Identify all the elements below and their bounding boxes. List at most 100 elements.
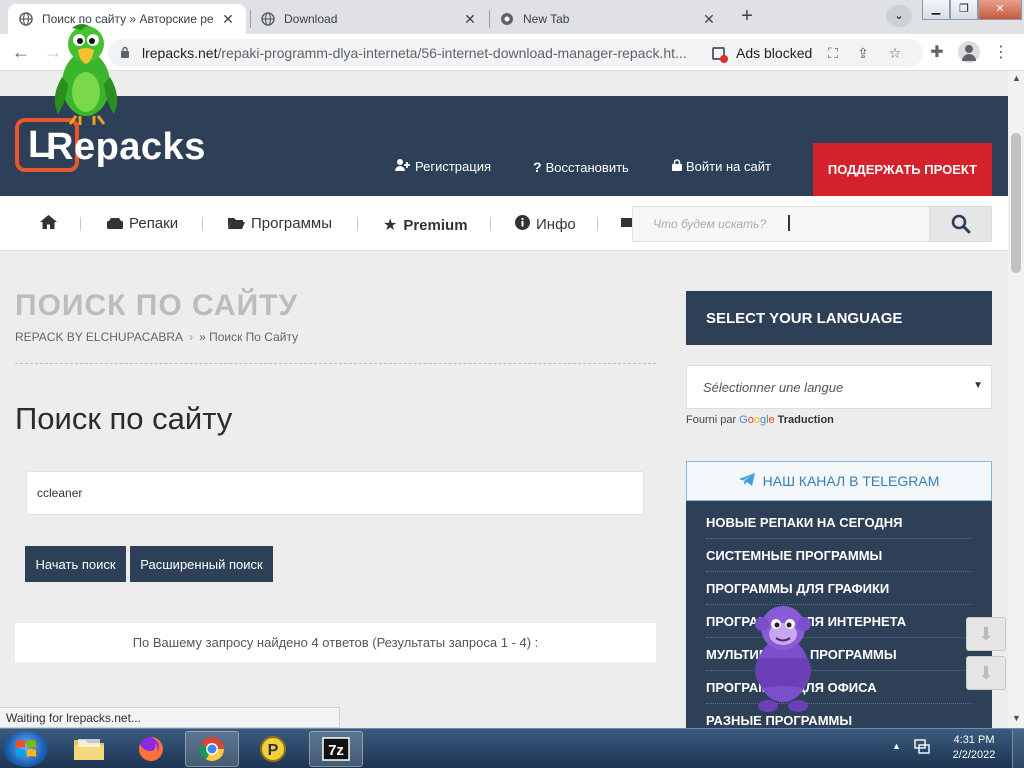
support-project-button[interactable]: ПОДДЕРЖАТЬ ПРОЕКТ bbox=[813, 143, 992, 196]
chevron-down-icon[interactable]: ⌄ bbox=[886, 5, 912, 27]
lock-icon bbox=[672, 159, 682, 174]
restore-link[interactable]: ? Восстановить bbox=[533, 159, 629, 175]
star-icon: ★ bbox=[383, 217, 398, 234]
category-list: НОВЫЕ РЕПАКИ НА СЕГОДНЯ СИСТЕМНЫЕ ПРОГРА… bbox=[686, 501, 992, 728]
hdd-icon bbox=[107, 216, 123, 232]
nav-info[interactable]: Инфо bbox=[515, 215, 576, 233]
nav-separator bbox=[490, 217, 491, 231]
purple-gorilla-mascot-icon[interactable] bbox=[744, 600, 822, 715]
powered-prefix: Fourni par bbox=[686, 414, 737, 426]
minimize-button[interactable]: ▁ bbox=[922, 0, 950, 20]
translate-link[interactable]: Traduction bbox=[778, 414, 834, 426]
login-label: Войти на сайт bbox=[686, 159, 771, 174]
folder-open-icon bbox=[228, 216, 245, 232]
language-select[interactable]: Sélectionner une langue ▼ bbox=[686, 365, 992, 409]
close-icon[interactable]: ✕ bbox=[462, 11, 478, 28]
windows-logo-icon bbox=[16, 740, 36, 757]
status-bar: Waiting for lrepacks.net... bbox=[0, 707, 340, 728]
firefox-taskbar-button[interactable] bbox=[124, 731, 178, 767]
search-query-input[interactable] bbox=[26, 471, 644, 515]
category-system[interactable]: СИСТЕМНЫЕ ПРОГРАММЫ bbox=[706, 539, 972, 572]
back-arrow-icon[interactable]: ← bbox=[10, 42, 32, 63]
divider bbox=[15, 363, 656, 364]
search-title: Поиск по сайту bbox=[15, 401, 233, 436]
nav-info-label: Инфо bbox=[536, 215, 576, 233]
page-scrollbar[interactable]: ▲ ▼ bbox=[1008, 71, 1024, 728]
chrome-icon bbox=[199, 737, 224, 762]
nav-repacks[interactable]: Репаки bbox=[107, 215, 178, 232]
scroll-thumb[interactable] bbox=[1011, 133, 1021, 273]
7zip-icon: 7z bbox=[322, 737, 350, 761]
url-text[interactable]: lrepacks.net/repaki-programm-dlya-intern… bbox=[142, 45, 702, 61]
bookmark-star-icon[interactable]: ☆ bbox=[886, 45, 904, 62]
rpass-taskbar-button[interactable]: P bbox=[246, 731, 300, 767]
tab-new-tab[interactable]: New Tab ✕ bbox=[489, 4, 727, 34]
nav-programs[interactable]: Программы bbox=[228, 215, 332, 232]
system-clock[interactable]: 4:31 PM 2/2/2022 bbox=[944, 733, 1004, 763]
svg-text:P: P bbox=[268, 742, 279, 759]
google-logo[interactable]: Google bbox=[739, 414, 775, 426]
search-icon bbox=[951, 214, 971, 234]
category-new-repacks[interactable]: НОВЫЕ РЕПАКИ НА СЕГОДНЯ bbox=[706, 506, 972, 539]
chevron-down-icon: ▼ bbox=[973, 380, 983, 391]
start-search-button[interactable]: Начать поиск bbox=[25, 546, 126, 582]
translate-icon[interactable]: ⛶ bbox=[824, 45, 842, 62]
parrot-mascot-icon[interactable] bbox=[48, 22, 123, 127]
nav-home[interactable] bbox=[40, 215, 63, 232]
url-host: lrepacks.net bbox=[142, 45, 218, 61]
extensions-puzzle-icon[interactable]: ✚ bbox=[926, 42, 948, 62]
share-icon[interactable]: ⇪ bbox=[854, 45, 872, 62]
ads-blocked-label[interactable]: Ads blocked bbox=[736, 45, 812, 61]
7zip-taskbar-button[interactable]: 7z bbox=[309, 731, 363, 767]
window-close-button[interactable]: ✕ bbox=[978, 0, 1022, 20]
telegram-channel-link[interactable]: НАШ КАНАЛ В TELEGRAM bbox=[686, 461, 992, 501]
site-search-input[interactable] bbox=[632, 206, 930, 242]
show-desktop-button[interactable] bbox=[1012, 729, 1024, 768]
site-header: L Repacks Регистрация ? Восстановить Вой… bbox=[0, 96, 1008, 196]
tab-search-page[interactable]: Поиск по сайту » Авторские ре ✕ bbox=[8, 4, 246, 34]
ads-blocked-icon[interactable] bbox=[712, 47, 728, 63]
question-icon: ? bbox=[533, 159, 542, 175]
close-icon[interactable]: ✕ bbox=[220, 11, 236, 28]
tray-expand-icon[interactable]: ▲ bbox=[892, 741, 901, 751]
powered-by-google: Fourni par Google Traduction bbox=[686, 414, 834, 426]
page-viewport: L Repacks Регистрация ? Восстановить Вой… bbox=[0, 71, 1008, 728]
nav-separator bbox=[202, 217, 203, 231]
clock-time: 4:31 PM bbox=[953, 734, 995, 746]
nav-premium[interactable]: ★ Premium bbox=[383, 215, 468, 235]
breadcrumb-home[interactable]: REPACK BY ELCHUPACABRA bbox=[15, 330, 183, 344]
scroll-down-icon[interactable]: ▼ bbox=[1012, 713, 1021, 723]
nav-separator bbox=[357, 217, 358, 231]
network-icon[interactable] bbox=[914, 739, 932, 760]
logo-text[interactable]: Repacks bbox=[46, 126, 206, 169]
svg-text:7z: 7z bbox=[328, 742, 344, 759]
nav-separator bbox=[80, 217, 81, 231]
url-path: /repaki-programm-dlya-interneta/56-inter… bbox=[217, 45, 687, 61]
close-icon[interactable]: ✕ bbox=[701, 11, 717, 28]
profile-avatar-icon[interactable] bbox=[958, 41, 980, 63]
tab-title: New Tab bbox=[523, 12, 570, 26]
tab-download[interactable]: Download ✕ bbox=[250, 4, 488, 34]
login-link[interactable]: Войти на сайт bbox=[672, 159, 771, 174]
start-button[interactable] bbox=[4, 731, 48, 767]
language-heading: SELECT YOUR LANGUAGE bbox=[686, 291, 992, 345]
register-link[interactable]: Регистрация bbox=[395, 159, 491, 174]
restore-label: Восстановить bbox=[545, 159, 629, 175]
address-bar[interactable]: lrepacks.net/repaki-programm-dlya-intern… bbox=[108, 39, 923, 67]
download-arrow-icon[interactable]: ⬇ bbox=[966, 656, 1006, 690]
download-arrow-icon[interactable]: ⬇ bbox=[966, 617, 1006, 651]
chevron-right-icon: › bbox=[189, 330, 194, 344]
maximize-button[interactable]: ❐ bbox=[950, 0, 978, 20]
globe-icon bbox=[18, 11, 34, 27]
yellow-p-app-icon: P bbox=[260, 736, 286, 762]
home-icon bbox=[40, 215, 57, 232]
scroll-up-icon[interactable]: ▲ bbox=[1012, 73, 1021, 83]
file-explorer-taskbar-button[interactable] bbox=[62, 731, 116, 767]
site-search-button[interactable] bbox=[930, 206, 992, 242]
new-tab-plus-icon[interactable]: + bbox=[734, 6, 760, 28]
advanced-search-button[interactable]: Расширенный поиск bbox=[130, 546, 273, 582]
chrome-taskbar-button[interactable] bbox=[185, 731, 239, 767]
folder-icon bbox=[74, 739, 104, 760]
results-summary: По Вашему запросу найдено 4 ответов (Рез… bbox=[15, 623, 656, 662]
more-menu-icon[interactable]: ⋮ bbox=[990, 42, 1012, 62]
